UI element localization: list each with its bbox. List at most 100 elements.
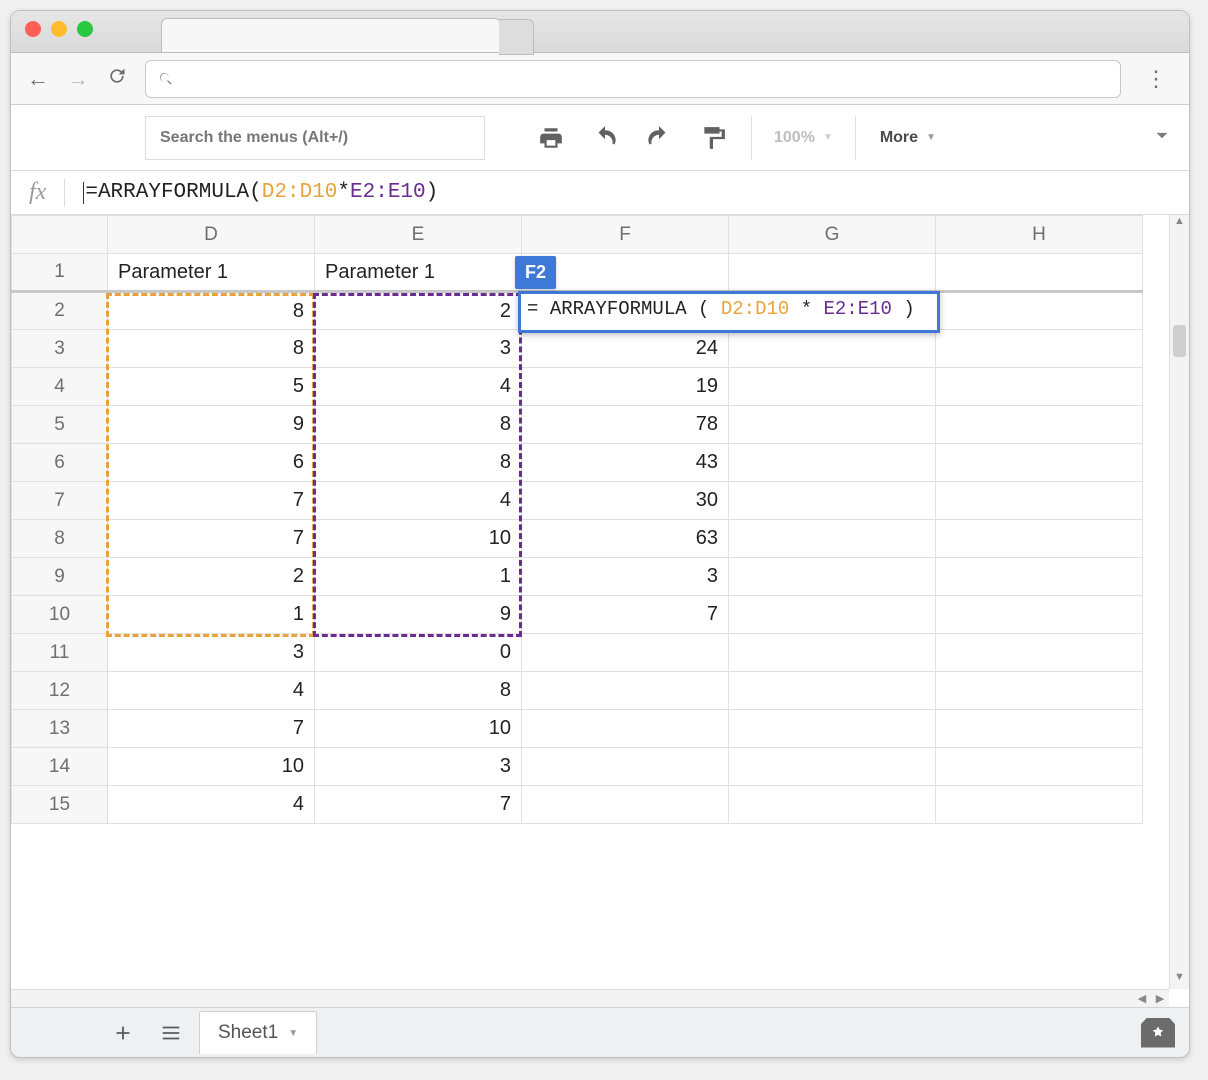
cell[interactable] [936,596,1143,634]
column-header[interactable]: D [108,216,315,254]
cell[interactable] [936,672,1143,710]
cell[interactable] [729,748,936,786]
cell[interactable] [936,558,1143,596]
row-header[interactable]: 14 [12,748,108,786]
cell[interactable] [936,330,1143,368]
column-header[interactable]: F [522,216,729,254]
cell[interactable] [936,444,1143,482]
cell[interactable] [729,558,936,596]
row-header[interactable]: 9 [12,558,108,596]
cell[interactable]: 8 [108,330,315,368]
zoom-dropdown[interactable]: 100% ▼ [768,129,839,147]
cell[interactable]: 4 [108,786,315,824]
cell[interactable] [729,254,936,292]
cell[interactable]: 8 [315,672,522,710]
cell[interactable] [729,786,936,824]
cell[interactable] [729,330,936,368]
formula-input[interactable]: = ARRAYFORMULA ( D2:D10 * E2:E10 ) [83,181,438,204]
cell[interactable] [936,710,1143,748]
cell[interactable]: Parameter 1 [315,254,522,292]
cell[interactable] [936,292,1143,330]
cell[interactable]: 2 [108,558,315,596]
cell[interactable] [936,368,1143,406]
cell[interactable]: 8 [108,292,315,330]
cell[interactable]: 10 [108,748,315,786]
cell[interactable]: 5 [108,368,315,406]
scroll-right-icon[interactable]: ▶ [1151,990,1169,1007]
row-header[interactable]: 12 [12,672,108,710]
row-header[interactable]: 5 [12,406,108,444]
horizontal-scrollbar[interactable]: ◀ ▶ [11,989,1169,1007]
cell[interactable] [522,748,729,786]
cell[interactable] [522,786,729,824]
cell[interactable]: 1 [315,558,522,596]
cell[interactable]: 3 [522,558,729,596]
cell[interactable]: 10 [315,710,522,748]
back-icon[interactable]: ← [27,66,49,92]
cell[interactable]: Parameter 1 [108,254,315,292]
cell[interactable] [522,672,729,710]
explore-icon[interactable] [1141,1018,1175,1048]
cell[interactable] [936,520,1143,558]
cell[interactable] [936,786,1143,824]
undo-icon[interactable] [583,116,627,160]
row-header[interactable]: 10 [12,596,108,634]
cell[interactable]: 7 [108,520,315,558]
cell[interactable] [729,368,936,406]
cell[interactable]: 24 [522,330,729,368]
cell[interactable] [729,444,936,482]
cell[interactable]: 8 [315,444,522,482]
cell[interactable]: 43 [522,444,729,482]
cell[interactable] [936,748,1143,786]
cell[interactable]: 3 [315,748,522,786]
cell[interactable]: 9 [108,406,315,444]
cell[interactable]: 8 [315,406,522,444]
collapse-toolbar-icon[interactable] [1149,122,1175,153]
cell[interactable] [729,634,936,672]
row-header[interactable]: 8 [12,520,108,558]
cell[interactable] [729,596,936,634]
cell[interactable]: 7 [108,710,315,748]
cell[interactable]: 3 [108,634,315,672]
select-all-corner[interactable] [12,216,108,254]
cell[interactable] [522,710,729,748]
cell[interactable] [729,710,936,748]
row-header[interactable]: 4 [12,368,108,406]
redo-icon[interactable] [637,116,681,160]
row-header[interactable]: 13 [12,710,108,748]
active-cell-editor[interactable]: = ARRAYFORMULA ( D2:D10 * E2:E10 ) [518,291,940,333]
cell[interactable] [729,520,936,558]
scroll-left-icon[interactable]: ◀ [1133,990,1151,1007]
cell[interactable]: 2 [315,292,522,330]
row-header[interactable]: 7 [12,482,108,520]
reload-icon[interactable] [107,66,127,92]
row-header[interactable]: 15 [12,786,108,824]
cell[interactable]: 4 [108,672,315,710]
cell[interactable]: 9 [315,596,522,634]
row-header[interactable]: 6 [12,444,108,482]
cell[interactable]: 4 [315,482,522,520]
cell[interactable] [522,634,729,672]
all-sheets-icon[interactable] [151,1013,191,1053]
cell[interactable] [729,482,936,520]
menu-search-input[interactable]: Search the menus (Alt+/) [145,116,485,160]
cell[interactable]: 4 [315,368,522,406]
paint-format-icon[interactable] [691,116,735,160]
vertical-scrollbar[interactable]: ▲ ▼ [1169,215,1189,989]
url-input[interactable] [145,60,1121,98]
sheet-tab[interactable]: Sheet1 ▼ [199,1011,317,1054]
browser-menu-icon[interactable]: ⋮ [1139,66,1173,92]
browser-tab[interactable] [161,18,501,52]
cell[interactable] [936,254,1143,292]
cell[interactable]: 78 [522,406,729,444]
cell[interactable]: 63 [522,520,729,558]
cell[interactable] [936,482,1143,520]
column-header[interactable]: G [729,216,936,254]
row-header[interactable]: 1 [12,254,108,292]
cell[interactable]: 7 [522,596,729,634]
scrollbar-thumb[interactable] [1173,325,1186,357]
cell[interactable]: 3 [315,330,522,368]
cell[interactable] [936,406,1143,444]
close-window-icon[interactable] [25,21,41,37]
cell[interactable]: 7 [108,482,315,520]
